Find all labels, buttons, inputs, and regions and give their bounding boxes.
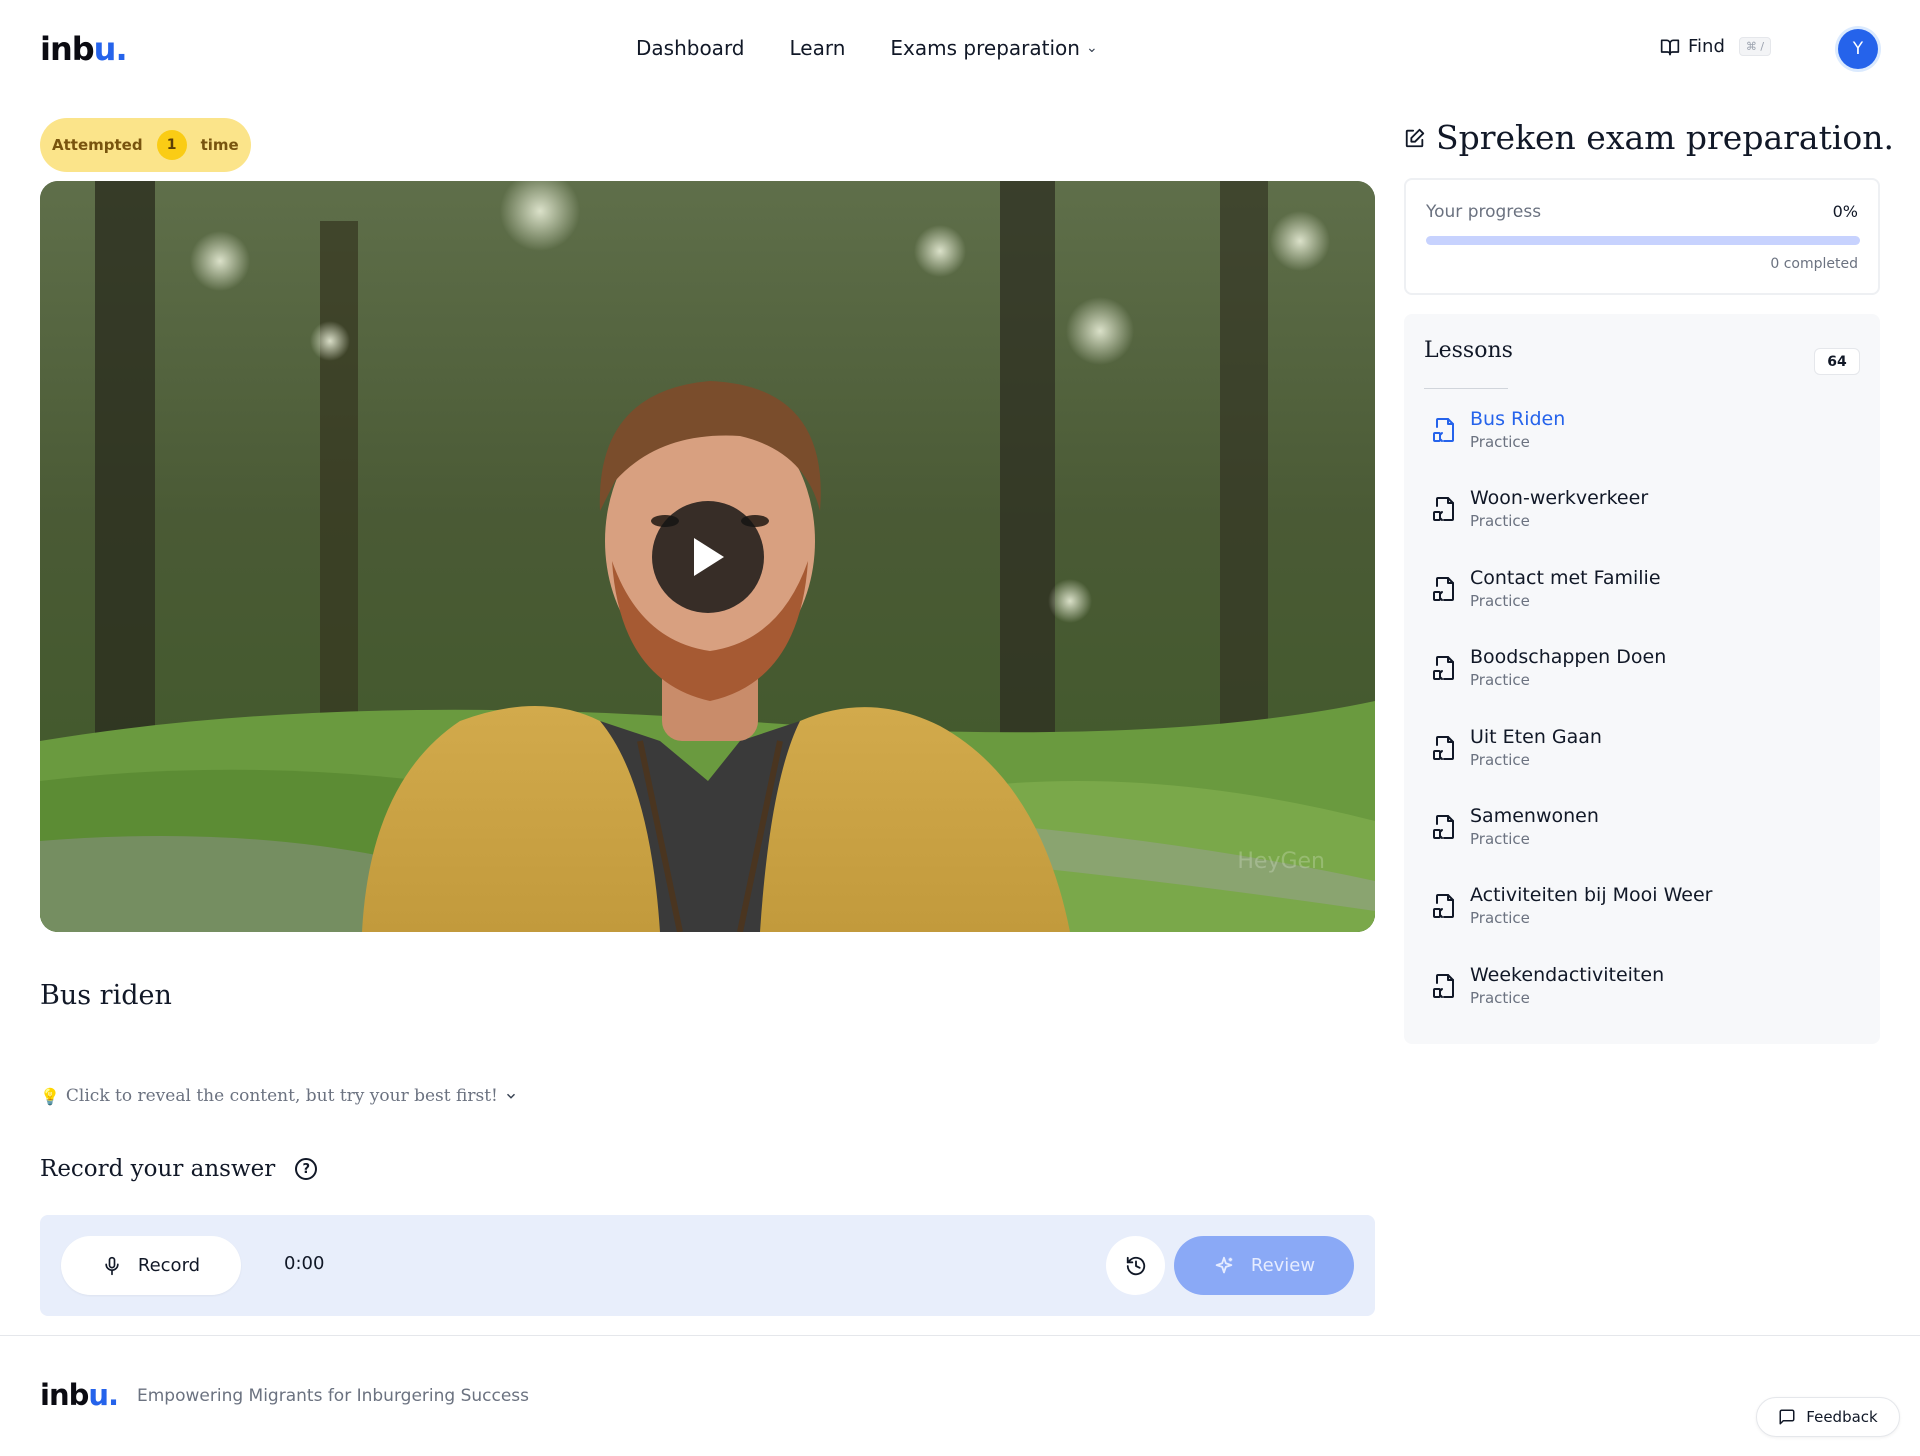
lesson-type: Practice [1470, 591, 1530, 610]
lesson-type: Practice [1470, 433, 1530, 451]
lessons-count-badge: 64 [1814, 348, 1860, 375]
exam-title-text: Spreken exam preparation. [1436, 118, 1895, 157]
play-button[interactable] [652, 501, 764, 613]
lesson-item[interactable]: Weekendactiviteiten Practice [1432, 958, 1862, 1037]
answer-recorder: Record 0:00 Review [40, 1215, 1375, 1316]
lesson-type: Practice [1470, 988, 1530, 1007]
main-nav: Dashboard Learn Exams preparation ⌄ [636, 36, 1098, 60]
find-shortcut-badge: ⌘ / [1738, 37, 1772, 56]
lightbulb-icon: 💡 [40, 1086, 60, 1106]
lesson-item[interactable]: Contact met Familie Practice [1432, 561, 1862, 640]
file-audio-icon [1433, 497, 1454, 522]
lesson-name: Uit Eten Gaan [1470, 725, 1602, 748]
top-header: inbu. Dashboard Learn Exams preparation ⌄… [0, 0, 1920, 100]
footer-logo-text: inb [40, 1378, 89, 1412]
nav-learn[interactable]: Learn [790, 36, 846, 60]
find-label: Find [1688, 36, 1725, 57]
footer-divider [0, 1335, 1920, 1336]
lesson-title: Bus riden [40, 980, 172, 1011]
progress-completed: 0 completed [1770, 256, 1858, 272]
lessons-heading-underline [1424, 388, 1508, 389]
lesson-list: Bus Riden Practice Woon-werkverkeer Practi… [1432, 402, 1862, 1037]
attempt-prefix: Attempted [52, 136, 143, 154]
reveal-content-text: Click to reveal the content, but try you… [65, 1086, 498, 1106]
lesson-type: Practice [1470, 512, 1530, 531]
feedback-label: Feedback [1806, 1408, 1878, 1426]
lesson-name: Boodschappen Doen [1470, 646, 1667, 669]
file-audio-icon [1433, 656, 1454, 681]
progress-card: Your progress 0% 0 completed [1404, 178, 1880, 295]
video-player[interactable]: HeyGen [40, 181, 1375, 932]
edit-note-icon [1405, 128, 1425, 147]
review-button-label: Review [1250, 1255, 1316, 1276]
lesson-item[interactable]: Bus Riden Practice [1432, 402, 1862, 481]
play-icon [694, 538, 724, 576]
lessons-panel: Lessons 64 Bus Riden Practice Woon-werkve… [1404, 314, 1880, 1044]
lesson-item[interactable]: Uit Eten Gaan Practice [1432, 720, 1862, 799]
lesson-name: Activiteiten bij Mooi Weer [1470, 884, 1713, 907]
find-button[interactable]: Find ⌘ / [1660, 36, 1772, 57]
record-button[interactable]: Record [61, 1236, 241, 1295]
help-icon[interactable]: ? [295, 1158, 318, 1180]
footer-tagline: Empowering Migrants for Inburgering Succ… [137, 1386, 530, 1406]
lesson-item[interactable]: Samenwonen Practice [1432, 799, 1862, 878]
feedback-button[interactable]: Feedback [1756, 1397, 1900, 1437]
lesson-type: Practice [1470, 829, 1530, 848]
review-button[interactable]: Review [1174, 1236, 1354, 1295]
exam-title: Spreken exam preparation. [1404, 118, 1894, 157]
record-section-heading: Record your answer ? [40, 1156, 318, 1182]
record-button-label: Record [137, 1255, 201, 1276]
logo-text: inb [40, 30, 95, 68]
record-timer: 0:00 [284, 1253, 325, 1274]
reveal-content-toggle[interactable]: 💡 Click to reveal the content, but try y… [40, 1086, 518, 1106]
lesson-name: Weekendactiviteiten [1470, 963, 1665, 986]
footer-logo[interactable]: inbu. [40, 1378, 119, 1412]
lesson-item[interactable]: Woon-werkverkeer Practice [1432, 481, 1862, 560]
file-audio-icon [1433, 418, 1454, 442]
progress-label: Your progress [1426, 202, 1542, 222]
nav-dashboard[interactable]: Dashboard [636, 36, 745, 60]
history-icon [1126, 1256, 1145, 1275]
lesson-name: Woon-werkverkeer [1470, 487, 1649, 510]
lesson-type: Practice [1470, 671, 1530, 690]
nav-exams-preparation[interactable]: Exams preparation ⌄ [890, 36, 1097, 60]
file-audio-icon [1433, 576, 1454, 601]
lessons-heading: Lessons [1424, 338, 1513, 363]
microphone-icon [105, 1256, 119, 1275]
logo-accent: u. [93, 30, 128, 68]
lesson-name: Contact met Familie [1470, 566, 1661, 589]
lesson-name: Bus Riden [1470, 408, 1566, 430]
avatar[interactable]: Y [1838, 29, 1878, 69]
file-audio-icon [1433, 814, 1454, 839]
chevron-down-icon [506, 1093, 515, 1099]
file-audio-icon [1433, 973, 1454, 998]
file-audio-icon [1433, 735, 1454, 760]
nav-exams-preparation-label: Exams preparation [890, 36, 1080, 60]
progress-percent: 0% [1832, 202, 1858, 221]
nav-learn-label: Learn [789, 36, 846, 60]
history-button[interactable] [1106, 1236, 1165, 1295]
lesson-item[interactable]: Boodschappen Doen Practice [1432, 640, 1862, 719]
lesson-type: Practice [1470, 909, 1530, 928]
attempt-count: 1 [156, 130, 187, 160]
chevron-down-icon: ⌄ [1085, 40, 1098, 56]
lesson-item[interactable]: Activiteiten bij Mooi Weer Practice [1432, 878, 1862, 957]
footer-logo-accent: u. [88, 1378, 119, 1412]
video-watermark: HeyGen [1237, 849, 1325, 874]
progress-bar [1426, 236, 1860, 245]
lesson-name: Samenwonen [1470, 804, 1599, 827]
lesson-type: Practice [1470, 750, 1530, 769]
file-audio-icon [1433, 894, 1454, 919]
record-heading-text: Record your answer [40, 1156, 276, 1182]
sparkle-icon [1215, 1256, 1233, 1273]
logo[interactable]: inbu. [40, 30, 128, 68]
message-square-icon [1779, 1409, 1795, 1425]
book-open-icon [1660, 39, 1680, 55]
attempt-suffix: time [200, 136, 239, 154]
nav-dashboard-label: Dashboard [636, 36, 745, 60]
attempt-badge: Attempted 1 time [40, 118, 251, 172]
